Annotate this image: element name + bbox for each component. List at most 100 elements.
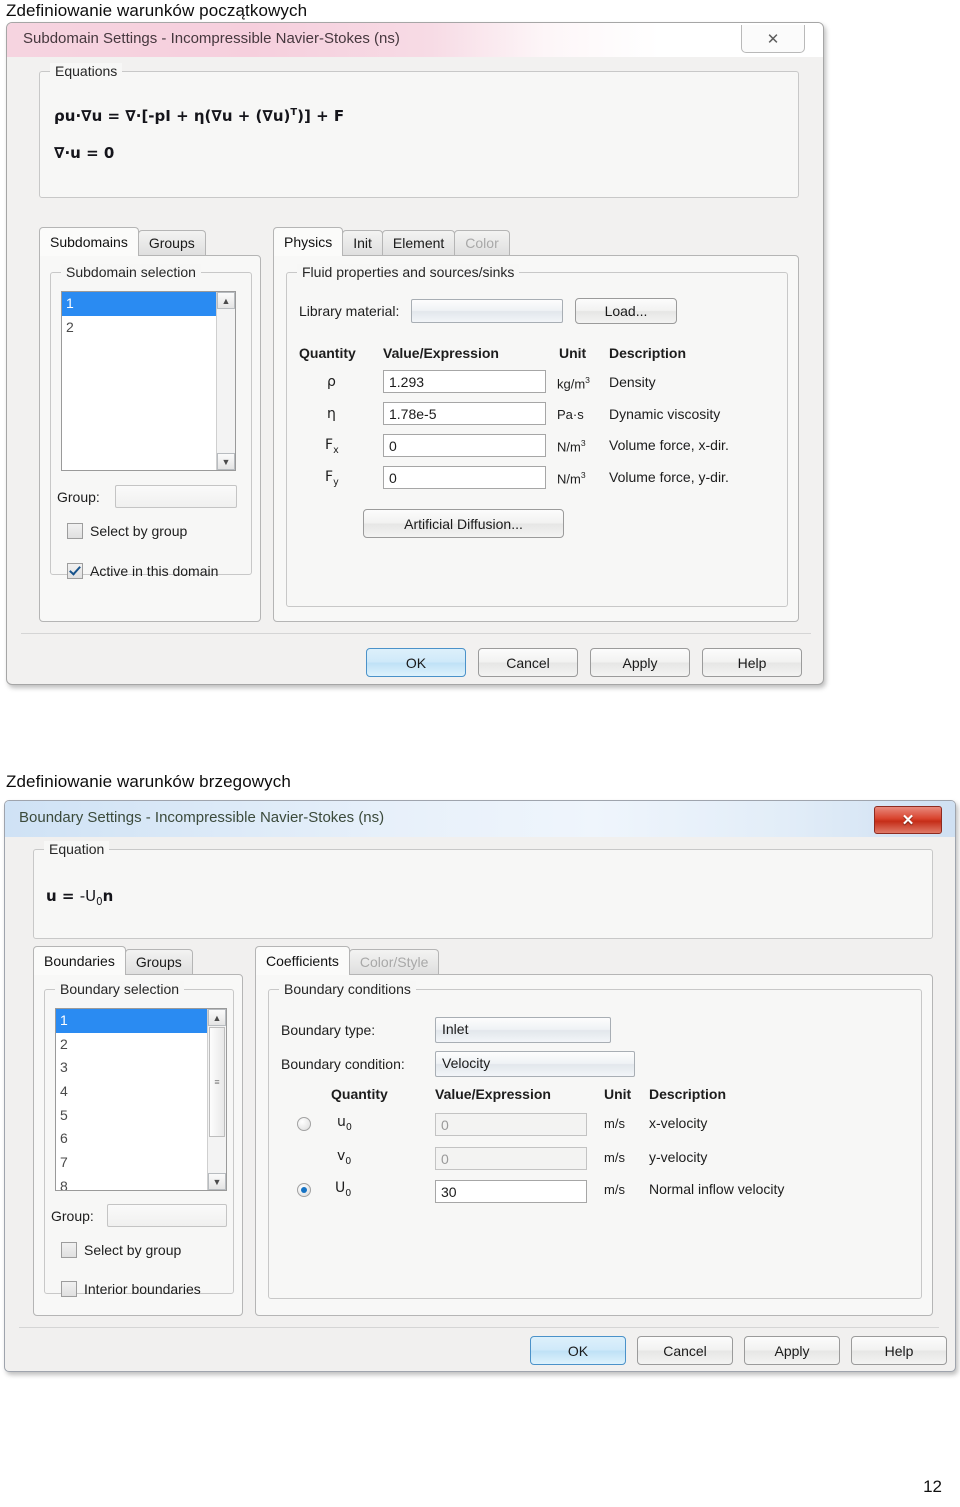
section-heading-initial-conditions: Zdefiniowanie warunków początkowych bbox=[6, 1, 308, 20]
button-bar-separator bbox=[21, 633, 811, 634]
checkbox-label: Select by group bbox=[90, 523, 188, 539]
checkbox-box[interactable] bbox=[67, 523, 83, 539]
subdomain-selection-groupbox: Subdomain selection 1 2 ▲ ▼ Group: Selec… bbox=[50, 264, 252, 579]
tab-init[interactable]: Init bbox=[342, 230, 383, 256]
close-icon[interactable]: ✕ bbox=[741, 25, 805, 53]
button-bar-separator bbox=[19, 1327, 939, 1328]
close-icon[interactable]: ✕ bbox=[874, 806, 942, 834]
apply-button[interactable]: Apply bbox=[590, 648, 690, 677]
tab-groups[interactable]: Groups bbox=[137, 230, 206, 256]
checkbox-box[interactable] bbox=[61, 1281, 77, 1297]
checkbox-active-in-this-domain[interactable]: Active in this domain bbox=[67, 563, 218, 579]
subdomains-panel: Subdomain selection 1 2 ▲ ▼ Group: Selec… bbox=[39, 255, 261, 622]
value-field-fx[interactable]: 0 bbox=[383, 434, 546, 457]
tab-subdomains[interactable]: Subdomains bbox=[39, 227, 139, 256]
column-header-description: Description bbox=[609, 345, 687, 361]
equation-continuity: ∇·u = 0 bbox=[54, 144, 115, 162]
ok-button[interactable]: OK bbox=[366, 648, 466, 677]
value-field-u0[interactable]: 0 bbox=[435, 1113, 587, 1136]
help-button[interactable]: Help bbox=[702, 648, 802, 677]
list-item[interactable]: 5 bbox=[56, 1104, 208, 1128]
subdomain-selection-listbox[interactable]: 1 2 ▲ ▼ bbox=[61, 291, 236, 471]
fluid-properties-groupbox: Fluid properties and sources/sinks Libra… bbox=[286, 264, 788, 607]
tab-boundaries[interactable]: Boundaries bbox=[33, 946, 126, 975]
tab-color: Color bbox=[454, 230, 510, 256]
boundary-list-items: 1 2 3 4 5 6 7 8 bbox=[56, 1009, 208, 1190]
checkbox-select-by-group[interactable]: Select by group bbox=[61, 1242, 181, 1258]
subdomain-settings-dialog: Subdomain Settings - Incompressible Navi… bbox=[6, 22, 824, 685]
cancel-button[interactable]: Cancel bbox=[637, 1336, 733, 1365]
artificial-diffusion-button[interactable]: Artificial Diffusion... bbox=[363, 509, 564, 538]
subdomain-group-combo[interactable] bbox=[115, 485, 237, 508]
load-button[interactable]: Load... bbox=[575, 298, 677, 324]
quantity-symbol-fy: Fy bbox=[325, 469, 339, 488]
fluid-properties-legend: Fluid properties and sources/sinks bbox=[297, 264, 520, 280]
equation-momentum: ρu·∇u = ∇·[-pI + η(∇u + (∇u)T)] + F bbox=[54, 107, 345, 125]
list-item[interactable]: 3 bbox=[56, 1056, 208, 1080]
tab-physics[interactable]: Physics bbox=[273, 227, 344, 256]
unit-u0: m/s bbox=[604, 1116, 625, 1131]
subdomain-list-scrollbar[interactable]: ▲ ▼ bbox=[216, 292, 235, 470]
boundary-condition-label: Boundary condition: bbox=[281, 1056, 405, 1072]
value-field-fy[interactable]: 0 bbox=[383, 466, 546, 489]
subdomain-group-label: Group: bbox=[57, 489, 100, 505]
tab-groups[interactable]: Groups bbox=[124, 949, 193, 975]
library-material-combo[interactable] bbox=[411, 299, 563, 323]
checkbox-select-by-group[interactable]: Select by group bbox=[67, 523, 187, 539]
ok-button[interactable]: OK bbox=[530, 1336, 626, 1365]
boundary-list-scrollbar[interactable]: ▲ ≡ ▼ bbox=[207, 1009, 226, 1190]
list-item[interactable]: 2 bbox=[56, 1033, 208, 1057]
checkbox-box[interactable] bbox=[61, 1242, 77, 1258]
value-field-eta[interactable]: 1.78e-5 bbox=[383, 402, 546, 425]
boundary-type-combo[interactable]: Inlet bbox=[435, 1017, 611, 1043]
value-field-U0[interactable]: 30 bbox=[435, 1180, 587, 1203]
boundary-selection-listbox[interactable]: 1 2 3 4 5 6 7 8 ▲ ≡ ▼ bbox=[55, 1008, 227, 1191]
unit-eta: Pa·s bbox=[557, 407, 584, 422]
help-button[interactable]: Help bbox=[851, 1336, 947, 1365]
list-item[interactable]: 8 bbox=[56, 1175, 208, 1190]
subdomain-list-items: 1 2 bbox=[62, 292, 217, 470]
boundary-type-label: Boundary type: bbox=[281, 1022, 376, 1038]
boundary-condition-combo[interactable]: Velocity bbox=[435, 1051, 635, 1077]
checkbox-interior-boundaries[interactable]: Interior boundaries bbox=[61, 1281, 201, 1297]
checkbox-box[interactable] bbox=[67, 563, 83, 579]
subdomain-left-tabstrip: Subdomains Groups bbox=[39, 227, 206, 256]
cancel-button[interactable]: Cancel bbox=[478, 648, 578, 677]
quantity-symbol-rho: ρ bbox=[327, 374, 336, 390]
scroll-down-icon[interactable]: ▼ bbox=[217, 453, 235, 470]
list-item[interactable]: 7 bbox=[56, 1151, 208, 1175]
boundary-conditions-legend: Boundary conditions bbox=[279, 981, 416, 997]
boundary-selection-legend: Boundary selection bbox=[55, 981, 185, 997]
radio-u0[interactable] bbox=[297, 1117, 311, 1131]
boundary-group-combo[interactable] bbox=[107, 1204, 227, 1227]
tab-coefficients[interactable]: Coefficients bbox=[255, 946, 350, 975]
checkbox-label: Select by group bbox=[84, 1242, 182, 1258]
scrollbar-thumb[interactable]: ≡ bbox=[209, 1027, 225, 1137]
column-header-unit: Unit bbox=[604, 1086, 632, 1102]
description-U0: Normal inflow velocity bbox=[649, 1181, 785, 1197]
apply-button[interactable]: Apply bbox=[744, 1336, 840, 1365]
boundary-right-tabstrip: Coefficients Color/Style bbox=[255, 946, 440, 975]
radio-U0[interactable] bbox=[297, 1183, 311, 1197]
tab-element[interactable]: Element bbox=[381, 230, 456, 256]
subdomain-dialog-titlebar: Subdomain Settings - Incompressible Navi… bbox=[7, 23, 823, 57]
list-item[interactable]: 6 bbox=[56, 1127, 208, 1151]
value-field-v0[interactable]: 0 bbox=[435, 1147, 587, 1170]
subdomain-selection-legend: Subdomain selection bbox=[61, 264, 201, 280]
column-header-quantity: Quantity bbox=[331, 1086, 388, 1102]
column-header-description: Description bbox=[649, 1086, 727, 1102]
column-header-unit: Unit bbox=[559, 345, 587, 361]
value-field-rho[interactable]: 1.293 bbox=[383, 370, 546, 393]
list-item[interactable]: 1 bbox=[56, 1009, 208, 1033]
boundary-dialog-titlebar: Boundary Settings - Incompressible Navie… bbox=[5, 801, 955, 837]
scroll-up-icon[interactable]: ▲ bbox=[217, 292, 235, 309]
list-item[interactable]: 4 bbox=[56, 1080, 208, 1104]
boundary-left-tabstrip: Boundaries Groups bbox=[33, 946, 193, 975]
scroll-down-icon[interactable]: ▼ bbox=[208, 1173, 226, 1190]
list-item[interactable]: 2 bbox=[62, 316, 217, 340]
scroll-up-icon[interactable]: ▲ bbox=[208, 1009, 226, 1026]
section-heading-boundary-conditions: Zdefiniowanie warunków brzegowych bbox=[6, 772, 291, 791]
list-item[interactable]: 1 bbox=[62, 292, 217, 316]
unit-v0: m/s bbox=[604, 1150, 625, 1165]
coefficients-panel: Boundary conditions Boundary type: Inlet… bbox=[255, 974, 933, 1316]
